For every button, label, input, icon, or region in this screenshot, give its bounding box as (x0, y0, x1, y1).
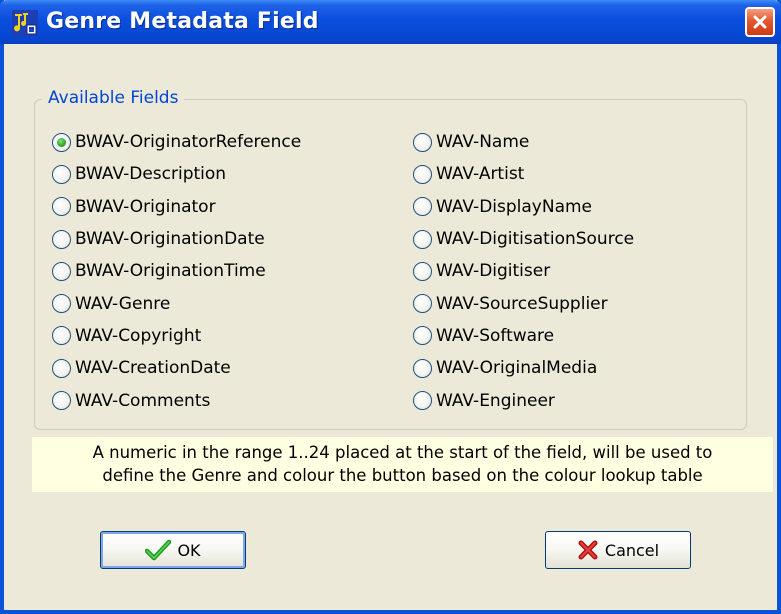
ok-button[interactable]: OK (100, 531, 246, 569)
radio-option[interactable]: BWAV-OriginatorReference (52, 126, 301, 158)
group-label: Available Fields (42, 88, 185, 108)
fields-column-left: BWAV-OriginatorReference BWAV-Descriptio… (52, 126, 301, 417)
radio-option[interactable]: WAV-Copyright (52, 320, 301, 352)
radio-button[interactable] (52, 294, 71, 314)
radio-label: BWAV-Originator (75, 196, 216, 217)
radio-option[interactable]: WAV-Name (413, 126, 634, 158)
radio-label: WAV-Comments (75, 390, 211, 411)
radio-label: WAV-Engineer (436, 390, 555, 411)
radio-button[interactable] (413, 358, 432, 378)
radio-option[interactable]: WAV-Software (413, 320, 634, 352)
audio-metadata-icon (12, 10, 38, 36)
radio-button[interactable] (52, 326, 71, 346)
radio-label: BWAV-OriginatorReference (75, 132, 302, 153)
radio-button[interactable] (413, 229, 432, 249)
radio-label: WAV-Digitiser (436, 261, 551, 282)
radio-button[interactable] (52, 391, 71, 411)
radio-label: BWAV-OriginationDate (75, 229, 265, 250)
window-title: Genre Metadata Field (46, 9, 319, 34)
radio-option[interactable]: WAV-Genre (52, 287, 301, 319)
green-checkmark-icon (145, 539, 172, 561)
close-button[interactable] (745, 7, 775, 37)
radio-label: WAV-Artist (436, 164, 525, 185)
radio-label: WAV-SourceSupplier (436, 293, 608, 314)
radio-button[interactable] (413, 391, 432, 411)
radio-option[interactable]: BWAV-Originator (52, 191, 301, 223)
radio-option[interactable]: WAV-DisplayName (413, 191, 634, 223)
radio-option[interactable]: WAV-DigitisationSource (413, 223, 634, 255)
radio-option[interactable]: BWAV-OriginationTime (52, 255, 301, 287)
radio-label: BWAV-OriginationTime (75, 261, 266, 282)
radio-option[interactable]: WAV-OriginalMedia (413, 352, 634, 384)
cancel-label: Cancel (604, 540, 660, 560)
radio-button[interactable] (413, 132, 432, 152)
radio-label: BWAV-Description (75, 164, 227, 185)
radio-label: WAV-Copyright (75, 325, 202, 346)
radio-option[interactable]: WAV-Digitiser (413, 255, 634, 287)
radio-button[interactable] (413, 164, 432, 184)
info-line-2: define the Genre and colour the button b… (102, 466, 703, 485)
radio-label: WAV-Genre (75, 293, 171, 314)
close-icon (753, 15, 767, 29)
radio-button[interactable] (413, 294, 432, 314)
radio-label: WAV-Software (436, 325, 555, 346)
radio-option[interactable]: BWAV-OriginationDate (52, 223, 301, 255)
dialog-window: Genre Metadata Field Available Fields BW… (0, 0, 781, 614)
radio-button[interactable] (52, 261, 71, 281)
info-note: A numeric in the range 1..24 placed at t… (32, 437, 773, 492)
radio-button[interactable] (413, 261, 432, 281)
radio-button[interactable] (52, 229, 71, 249)
ok-label: OK (177, 540, 201, 560)
info-line-1: A numeric in the range 1..24 placed at t… (92, 443, 713, 462)
radio-label: WAV-DigitisationSource (436, 229, 635, 250)
title-bar[interactable]: Genre Metadata Field (0, 0, 781, 44)
radio-button[interactable] (52, 358, 71, 378)
radio-button[interactable] (52, 197, 71, 217)
radio-option[interactable]: WAV-Engineer (413, 384, 634, 416)
red-x-icon (578, 540, 598, 560)
radio-button[interactable] (413, 197, 432, 217)
radio-option[interactable]: WAV-CreationDate (52, 352, 301, 384)
radio-label: WAV-CreationDate (75, 358, 231, 379)
radio-option[interactable]: WAV-Artist (413, 158, 634, 190)
radio-label: WAV-DisplayName (436, 196, 593, 217)
radio-option[interactable]: WAV-Comments (52, 384, 301, 416)
radio-button[interactable] (413, 326, 432, 346)
radio-option[interactable]: WAV-SourceSupplier (413, 287, 634, 319)
fields-column-right: WAV-Name WAV-Artist WAV-DisplayName WAV-… (413, 126, 634, 417)
radio-button[interactable] (52, 164, 71, 184)
radio-label: WAV-Name (436, 132, 530, 153)
radio-option[interactable]: BWAV-Description (52, 158, 301, 190)
radio-label: WAV-OriginalMedia (436, 358, 598, 379)
radio-button[interactable] (52, 132, 71, 152)
cancel-button[interactable]: Cancel (545, 531, 691, 569)
